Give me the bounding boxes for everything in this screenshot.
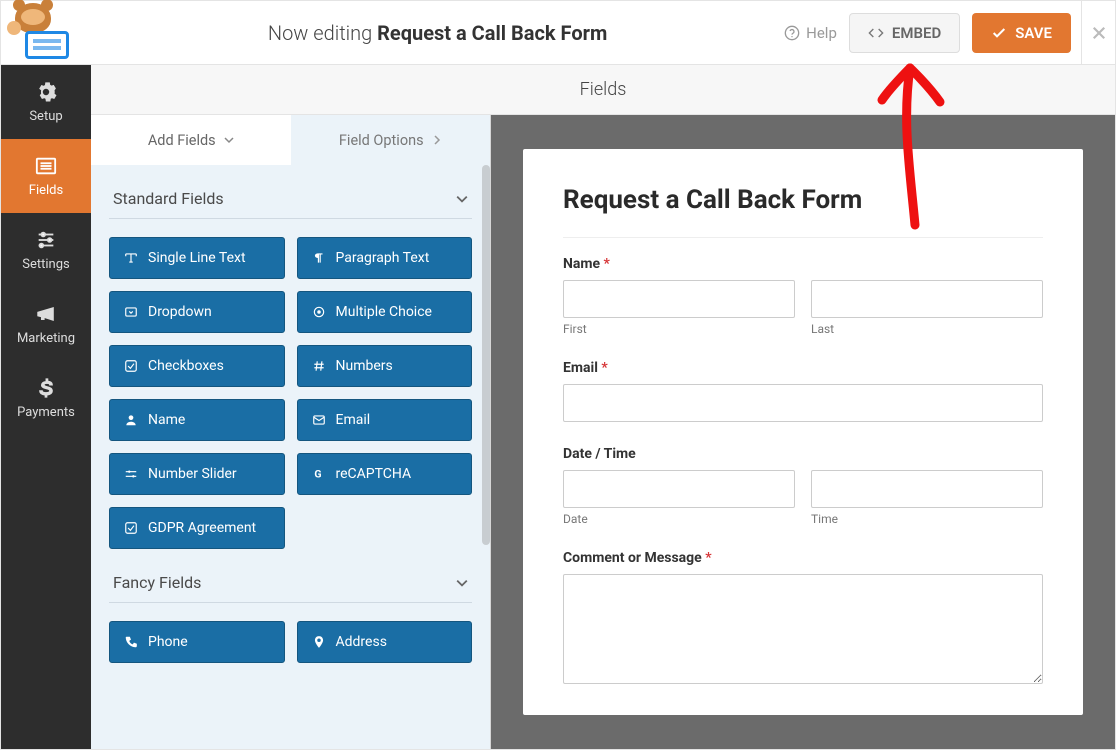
sliders-icon	[35, 229, 57, 251]
paragraph-icon	[312, 251, 326, 265]
help-link[interactable]: Help	[784, 24, 837, 42]
field-button[interactable]: Single Line Text	[109, 237, 285, 279]
sub-label: First	[563, 322, 795, 336]
tab-add-fields[interactable]: Add Fields	[91, 115, 291, 165]
field-label: Email *	[563, 360, 1043, 376]
hash-icon	[312, 359, 326, 373]
sidenav-item-setup[interactable]: Setup	[1, 65, 91, 139]
field-button[interactable]: GDPR Agreement	[109, 507, 285, 549]
form-field[interactable]: Name * First Last	[563, 256, 1043, 336]
field-button[interactable]: Multiple Choice	[297, 291, 473, 333]
field-button[interactable]: Phone	[109, 621, 285, 663]
field-label: Comment or Message *	[563, 550, 1043, 566]
text-input[interactable]	[563, 280, 795, 318]
close-icon	[1090, 24, 1108, 42]
field-button[interactable]: Name	[109, 399, 285, 441]
pin-icon	[312, 635, 326, 649]
divider	[563, 237, 1043, 238]
scrollbar-thumb[interactable]	[482, 165, 490, 545]
field-button[interactable]: Paragraph Text	[297, 237, 473, 279]
help-icon	[784, 25, 800, 41]
form-card[interactable]: Request a Call Back Form Name * First Last…	[523, 149, 1083, 715]
group-header[interactable]: Fancy Fields	[109, 549, 472, 603]
svg-text:G: G	[314, 468, 321, 481]
form-preview: Request a Call Back Form Name * First Last…	[491, 115, 1115, 749]
sidenav-item-marketing[interactable]: Marketing	[1, 287, 91, 361]
field-button[interactable]: Address	[297, 621, 473, 663]
text-input[interactable]	[563, 470, 795, 508]
sub-label: Date	[563, 512, 795, 526]
field-button[interactable]: Email	[297, 399, 473, 441]
sub-label: Last	[811, 322, 1043, 336]
group-header[interactable]: Standard Fields	[109, 165, 472, 219]
text-input[interactable]	[811, 280, 1043, 318]
field-label: Date / Time	[563, 446, 1043, 462]
textarea-input[interactable]	[563, 574, 1043, 684]
logo	[1, 1, 91, 65]
side-nav: Setup Fields Settings Marketing Payments	[1, 65, 91, 749]
gear-icon	[35, 81, 57, 103]
tab-field-options[interactable]: Field Options	[291, 115, 491, 165]
form-title: Request a Call Back Form	[563, 185, 1043, 215]
chevron-down-icon	[224, 135, 234, 145]
bullhorn-icon	[35, 303, 57, 325]
slider-icon	[124, 467, 138, 481]
field-button[interactable]: Checkboxes	[109, 345, 285, 387]
close-button[interactable]	[1081, 1, 1115, 65]
radio-icon	[312, 305, 326, 319]
editing-title: Now editing Request a Call Back Form	[91, 21, 784, 45]
sub-label: Time	[811, 512, 1043, 526]
embed-icon	[868, 25, 884, 41]
embed-button[interactable]: EMBED	[849, 13, 960, 53]
editing-prefix: Now editing	[268, 21, 372, 45]
dollar-icon	[35, 377, 57, 399]
field-button[interactable]: Numbers	[297, 345, 473, 387]
check-icon	[124, 521, 138, 535]
sidenav-item-payments[interactable]: Payments	[1, 361, 91, 435]
text-input[interactable]	[811, 470, 1043, 508]
check-icon	[124, 359, 138, 373]
field-button[interactable]: Dropdown	[109, 291, 285, 333]
form-field[interactable]: Comment or Message *	[563, 550, 1043, 688]
save-button[interactable]: SAVE	[972, 13, 1071, 53]
mail-icon	[312, 413, 326, 427]
check-icon	[991, 25, 1007, 41]
field-button[interactable]: Number Slider	[109, 453, 285, 495]
chevron-right-icon	[432, 135, 442, 145]
chevron-down-icon	[456, 577, 468, 589]
form-name: Request a Call Back Form	[377, 21, 607, 45]
chevron-down-icon	[456, 193, 468, 205]
form-field[interactable]: Date / Time Date Time	[563, 446, 1043, 526]
list-icon	[35, 155, 57, 177]
sidenav-item-fields[interactable]: Fields	[1, 139, 91, 213]
user-icon	[124, 413, 138, 427]
text-icon	[124, 251, 138, 265]
g-icon: G	[312, 467, 326, 481]
top-bar: Now editing Request a Call Back Form Hel…	[1, 1, 1115, 65]
sidenav-item-settings[interactable]: Settings	[1, 213, 91, 287]
field-label: Name *	[563, 256, 1043, 272]
section-title: Fields	[91, 65, 1115, 115]
text-input[interactable]	[563, 384, 1043, 422]
fields-panel: Add Fields Field Options Standard Fields…	[91, 115, 491, 749]
caret-icon	[124, 305, 138, 319]
form-field[interactable]: Email *	[563, 360, 1043, 422]
phone-icon	[124, 635, 138, 649]
field-button[interactable]: GreCAPTCHA	[297, 453, 473, 495]
